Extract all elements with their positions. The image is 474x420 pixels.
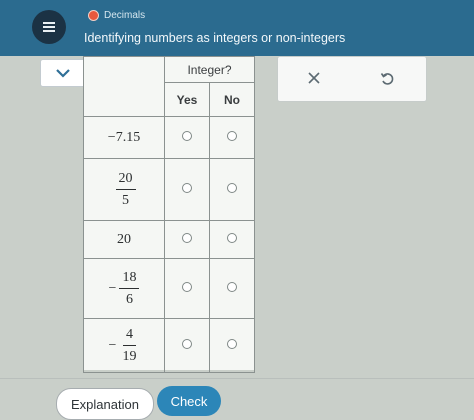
top-header: Decimals Identifying numbers as integers… bbox=[0, 0, 474, 56]
table-row: −7.15 bbox=[83, 116, 255, 159]
no-radio[interactable] bbox=[227, 338, 237, 349]
collapse-toggle-button[interactable] bbox=[40, 59, 86, 87]
table-row: 20 5 bbox=[83, 158, 255, 221]
fraction-denominator: 19 bbox=[122, 348, 137, 364]
number-cell: − 18 6 bbox=[83, 258, 165, 319]
yes-radio[interactable] bbox=[182, 182, 192, 193]
no-radio[interactable] bbox=[227, 182, 237, 193]
no-radio[interactable] bbox=[227, 281, 237, 292]
number-value: −7.15 bbox=[107, 129, 141, 145]
x-icon[interactable] bbox=[306, 70, 322, 86]
fraction-numerator: 18 bbox=[119, 270, 140, 289]
no-radio[interactable] bbox=[227, 232, 237, 243]
fraction-denominator: 5 bbox=[122, 192, 129, 208]
fraction-sign: − bbox=[108, 337, 117, 353]
number-column-header bbox=[83, 56, 165, 117]
footer-divider bbox=[0, 378, 474, 379]
fraction-denominator: 6 bbox=[125, 291, 133, 307]
no-cell bbox=[209, 220, 255, 259]
no-cell bbox=[209, 116, 255, 159]
fraction: 20 5 bbox=[113, 171, 136, 208]
number-cell: −7.15 bbox=[83, 116, 165, 159]
yes-radio[interactable] bbox=[182, 338, 192, 349]
number-cell: − 4 19 bbox=[83, 318, 165, 373]
yes-cell bbox=[164, 220, 210, 259]
fraction-numerator: 20 bbox=[115, 171, 136, 190]
explanation-button[interactable]: Explanation bbox=[56, 388, 154, 420]
integer-table: Integer? Yes No −7.15 20 5 20 − 18 6 − 4… bbox=[83, 56, 255, 373]
no-cell bbox=[209, 158, 255, 221]
topic-label: Decimals bbox=[88, 10, 145, 21]
no-cell bbox=[209, 318, 255, 373]
number-cell: 20 5 bbox=[83, 158, 165, 221]
fraction-numerator: 4 bbox=[122, 327, 136, 346]
yes-radio[interactable] bbox=[182, 281, 192, 292]
fraction: − 18 6 bbox=[108, 270, 140, 307]
no-radio[interactable] bbox=[227, 130, 237, 141]
menu-icon bbox=[43, 22, 55, 32]
fraction-sign: − bbox=[108, 280, 117, 296]
page-title: Identifying numbers as integers or non-i… bbox=[84, 31, 346, 45]
yes-cell bbox=[164, 258, 210, 319]
table-row: 20 bbox=[83, 220, 255, 259]
chevron-down-icon bbox=[56, 69, 70, 78]
yes-radio[interactable] bbox=[182, 130, 192, 141]
topic-status-dot bbox=[88, 10, 99, 21]
yes-cell bbox=[164, 318, 210, 373]
yes-column-header: Yes bbox=[164, 82, 210, 117]
no-cell bbox=[209, 258, 255, 319]
menu-button[interactable] bbox=[32, 10, 66, 44]
number-value: 20 bbox=[117, 231, 131, 247]
yes-cell bbox=[164, 116, 210, 159]
number-cell: 20 bbox=[83, 220, 165, 259]
undo-icon[interactable] bbox=[379, 70, 395, 86]
check-button[interactable]: Check bbox=[157, 386, 221, 416]
integer-group-header: Integer? bbox=[164, 56, 255, 83]
topic-text: Decimals bbox=[104, 10, 146, 21]
yes-cell bbox=[164, 158, 210, 221]
no-column-header: No bbox=[209, 82, 255, 117]
answer-tools-panel bbox=[277, 56, 427, 102]
table-row: − 18 6 bbox=[83, 258, 255, 319]
fraction: − 4 19 bbox=[108, 327, 140, 364]
yes-radio[interactable] bbox=[182, 232, 192, 243]
table-row: − 4 19 bbox=[83, 318, 255, 373]
